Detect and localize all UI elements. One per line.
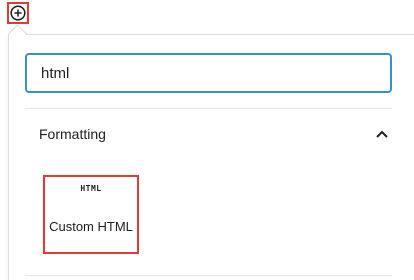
search-field[interactable] xyxy=(25,53,392,93)
add-block-button[interactable] xyxy=(7,2,29,24)
inserter-popover: Formatting HTML Custom HTML xyxy=(8,34,414,280)
block-item-label: Custom HTML xyxy=(49,219,133,234)
html-icon: HTML xyxy=(80,184,102,193)
section-toggle-formatting[interactable]: Formatting xyxy=(39,119,389,149)
divider xyxy=(25,275,392,276)
search-input[interactable] xyxy=(27,55,390,91)
chevron-up-icon[interactable] xyxy=(375,127,389,141)
block-inserter-screen: Formatting HTML Custom HTML xyxy=(0,0,414,280)
section-title: Formatting xyxy=(39,126,106,142)
block-item-custom-html[interactable]: HTML Custom HTML xyxy=(43,175,139,254)
divider xyxy=(25,108,392,109)
plus-circle-icon xyxy=(10,5,26,21)
